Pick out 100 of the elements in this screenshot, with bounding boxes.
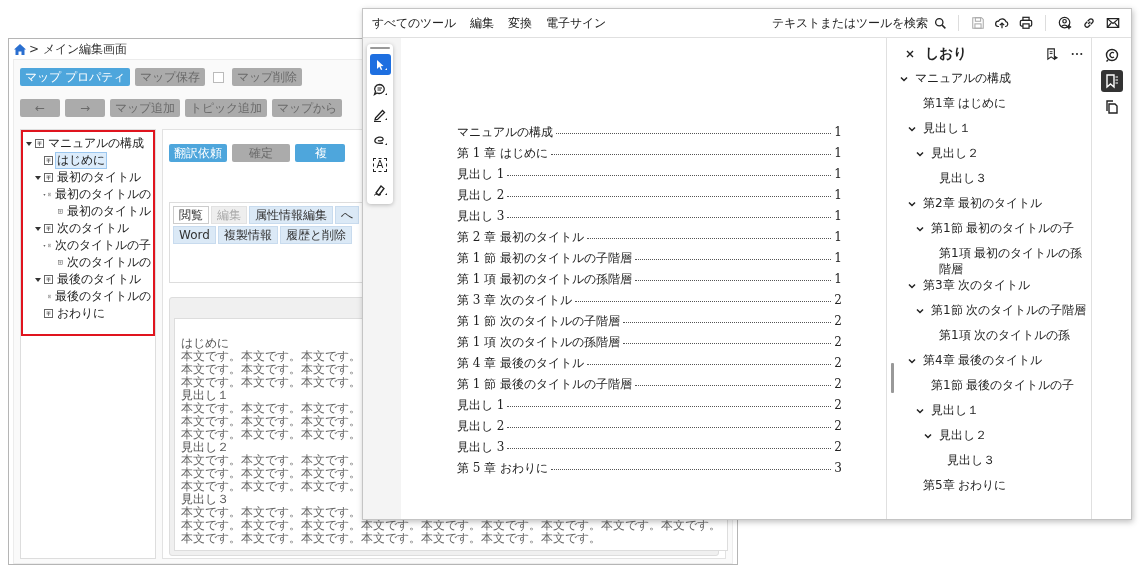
tree-item[interactable]: おわりに — [55, 305, 107, 322]
expander-icon[interactable] — [34, 275, 42, 284]
preview-text: 本文です。本文です。本文です。 — [181, 350, 361, 363]
chevron-icon[interactable] — [907, 124, 917, 134]
bookmark-item[interactable]: 第5章 おわりに — [923, 477, 1007, 493]
chevron-icon[interactable] — [907, 281, 917, 291]
bookmarks-button[interactable] — [1100, 70, 1123, 92]
bookmark-item[interactable]: 第2章 最初のタイトル — [923, 195, 1043, 211]
toc-entry[interactable]: 見出し 1 — [457, 397, 505, 414]
toc-entry[interactable]: 第 2 章 最初のタイトル — [457, 229, 585, 246]
link-icon[interactable] — [1082, 16, 1096, 30]
chevron-icon[interactable] — [915, 306, 925, 316]
expander-icon[interactable] — [25, 139, 33, 148]
speech-bubble-icon — [372, 81, 388, 98]
tab[interactable]: 属性情報編集 — [249, 206, 333, 224]
chevron-icon[interactable] — [907, 356, 917, 366]
tree-item[interactable]: はじめに — [55, 152, 107, 169]
bookmark-item[interactable]: 第1節 最初のタイトルの子 — [931, 220, 1075, 236]
bookmark-item[interactable]: 第1章 はじめに — [923, 95, 1007, 111]
chevron-icon[interactable] — [915, 224, 925, 234]
mail-icon[interactable] — [1106, 16, 1120, 30]
chevron-icon[interactable] — [923, 431, 933, 441]
tree-item[interactable]: 次のタイトルの子 — [53, 237, 153, 254]
tree-item[interactable]: 最初のタイトル — [55, 169, 143, 186]
toc-entry[interactable]: 第 3 章 次のタイトル — [457, 292, 573, 309]
add-bookmark-icon[interactable] — [1046, 47, 1059, 61]
menu-item[interactable]: 編集 — [463, 14, 501, 32]
upload-icon[interactable] — [995, 16, 1009, 30]
bookmark-item[interactable]: 見出し１ — [923, 120, 971, 136]
toc-entry[interactable]: 見出し 1 — [457, 166, 505, 183]
tab[interactable]: 複製情報 — [217, 226, 278, 244]
page-number: 2 — [834, 440, 842, 454]
tab[interactable]: へ — [335, 206, 359, 224]
expander-icon[interactable] — [34, 173, 42, 182]
toc-entry[interactable]: 見出し 3 — [457, 439, 505, 456]
bookmark-item[interactable]: 見出し２ — [931, 145, 979, 161]
page-number: 1 — [834, 125, 842, 139]
bookmark-item[interactable]: 第4章 最後のタイトル — [923, 352, 1043, 368]
chevron-icon[interactable] — [907, 199, 917, 209]
chevron-icon[interactable] — [915, 406, 925, 416]
bookmark-item[interactable]: 見出し３ — [939, 170, 987, 186]
bookmark-item[interactable]: 第1節 次のタイトルの子階層 — [931, 302, 1087, 318]
toc-entry[interactable]: 第 1 節 次のタイトルの子階層 — [457, 313, 621, 330]
toc-entry[interactable]: 第 5 章 おわりに — [457, 460, 549, 477]
menu-item[interactable]: すべてのツール — [365, 14, 463, 32]
tree-item[interactable]: 最後のタイトルの — [53, 288, 153, 305]
print-icon[interactable] — [1019, 16, 1033, 30]
copy-icon — [1103, 99, 1120, 115]
menu-item[interactable]: 電子サイン — [539, 14, 613, 32]
preview-text: 本文です。本文です。本文です。 — [181, 363, 361, 376]
resize-handle[interactable] — [891, 363, 894, 393]
preview-text: 本文です。本文です。本文です。 — [181, 376, 361, 389]
page-number: 2 — [834, 335, 842, 349]
tree-item[interactable]: 最初のタイトル — [65, 203, 153, 220]
bookmark-item[interactable]: 第1項 最初のタイトルの孫階層 — [939, 245, 1087, 277]
preview-heading: はじめに — [181, 337, 229, 350]
tree-item[interactable]: 最初のタイトルの — [53, 186, 153, 203]
drag-handle[interactable] — [370, 47, 390, 49]
home-icon[interactable] — [14, 43, 26, 55]
toc-entry[interactable]: 見出し 2 — [457, 418, 505, 435]
breadcrumb: > メイン編集画面 — [29, 40, 127, 58]
toc-entry[interactable]: 第 1 節 最後のタイトルの子階層 — [457, 376, 633, 393]
preview-text: 本文です。本文です。本文です。本文です。本文です。本文です。本文です。 — [181, 532, 601, 545]
menu-item[interactable]: 変換 — [501, 14, 539, 32]
more-icon[interactable] — [1071, 52, 1083, 56]
bookmark-item[interactable]: マニュアルの構成 — [915, 70, 1011, 86]
search-button[interactable]: テキストまたはツールを検索 — [768, 14, 951, 32]
tree-item[interactable]: 次のタイトル — [55, 220, 131, 237]
search-icon — [934, 16, 947, 30]
tab[interactable]: Word — [173, 226, 216, 244]
toc-entry[interactable]: 見出し 2 — [457, 187, 505, 204]
toc-entry[interactable]: 見出し 3 — [457, 208, 505, 225]
toc-entry[interactable]: 第 1 節 最初のタイトルの子階層 — [457, 250, 633, 267]
checkbox[interactable] — [212, 71, 224, 83]
close-icon[interactable] — [905, 49, 915, 59]
bookmark-item[interactable]: 見出し３ — [947, 452, 995, 468]
share-icon[interactable] — [1058, 16, 1072, 30]
tree-item[interactable]: 次のタイトルの — [65, 254, 153, 271]
toc-entry[interactable]: 第 1 章 はじめに — [457, 145, 549, 162]
page-icon — [58, 207, 63, 216]
page-icon — [44, 275, 53, 284]
preview-heading: 見出し３ — [181, 493, 229, 506]
tree-item[interactable]: マニュアルの構成 — [46, 135, 146, 152]
expander-icon[interactable] — [34, 224, 42, 233]
toc-entry[interactable]: 第 1 項 最初のタイトルの孫階層 — [457, 271, 633, 288]
tab[interactable]: 履歴と削除 — [279, 226, 352, 244]
toc-entry[interactable]: 第 1 項 次のタイトルの孫階層 — [457, 334, 621, 351]
tree-item[interactable]: 最後のタイトル — [55, 271, 143, 288]
chevron-icon[interactable] — [899, 74, 909, 84]
bookmark-item[interactable]: 第1節 最後のタイトルの子 — [931, 377, 1075, 393]
tab[interactable]: 閲覧 — [173, 206, 209, 224]
bookmark-item[interactable]: 見出し２ — [939, 427, 987, 443]
bookmark-item[interactable]: 第3章 次のタイトル — [923, 277, 1031, 293]
bookmark-item[interactable]: 見出し１ — [931, 402, 979, 418]
toc-entry[interactable]: 第 4 章 最後のタイトル — [457, 355, 585, 372]
toc-entry[interactable]: マニュアルの構成 — [457, 124, 553, 141]
page-number: 3 — [834, 461, 842, 475]
bookmark-item[interactable]: 第1項 次のタイトルの孫 — [939, 327, 1071, 343]
page-icon — [44, 224, 53, 233]
chevron-icon[interactable] — [915, 149, 925, 159]
